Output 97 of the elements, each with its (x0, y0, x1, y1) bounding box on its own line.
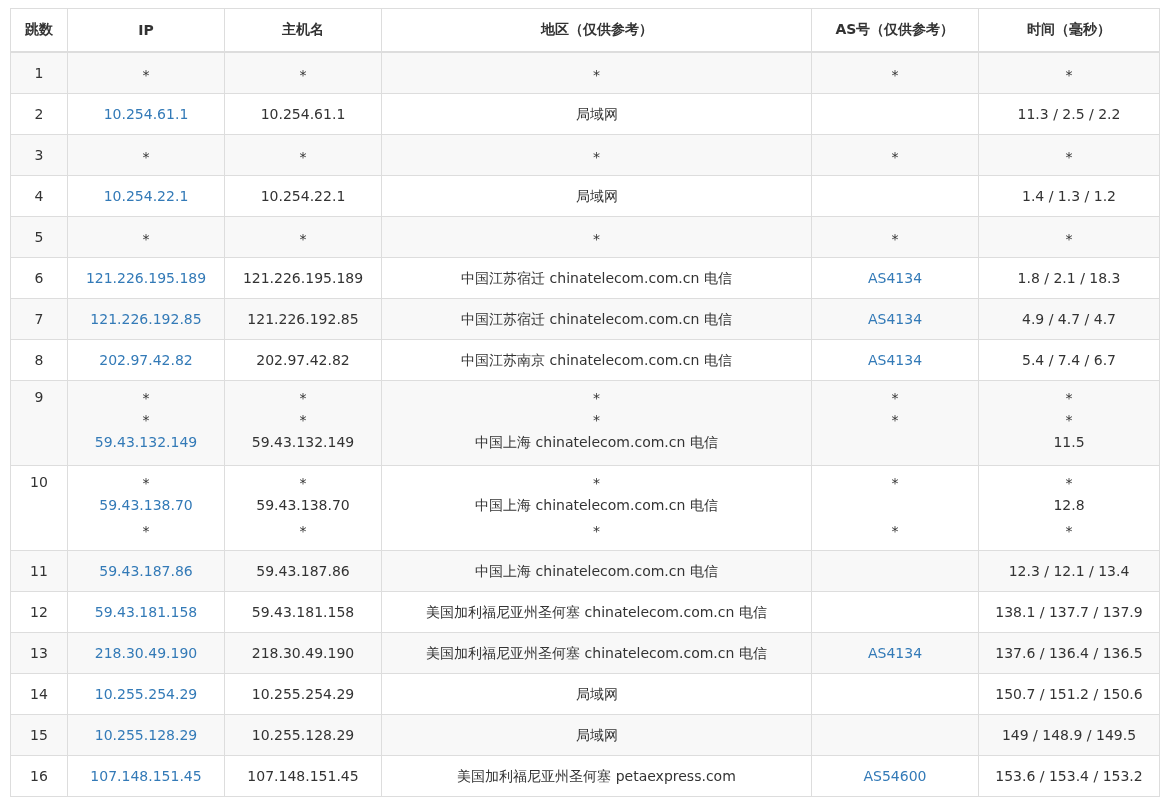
time-text: 12.3 / 12.1 / 13.4 (1008, 563, 1130, 579)
time-text: 1.4 / 1.3 / 1.2 (1022, 188, 1116, 204)
asterisk-text: * (1065, 390, 1073, 406)
hop-number: 5 (34, 229, 44, 245)
region-text: 中国上海 chinatelecom.com.cn 电信 (475, 497, 718, 513)
asterisk-text: * (142, 412, 150, 428)
region-text: 中国上海 chinatelecom.com.cn 电信 (475, 563, 718, 579)
region-text: 美国加利福尼亚州圣何塞 chinatelecom.com.cn 电信 (426, 604, 767, 620)
hop-number: 1 (34, 65, 44, 81)
asterisk-text: * (299, 231, 307, 247)
asterisk-text: * (1065, 475, 1073, 491)
region-text: 中国江苏南京 chinatelecom.com.cn 电信 (461, 352, 732, 368)
region-text: 局域网 (575, 686, 618, 702)
region-text: 局域网 (575, 727, 618, 743)
asterisk-text: * (1065, 231, 1073, 247)
asterisk-text: * (891, 67, 899, 83)
hostname-text: 10.254.61.1 (260, 106, 346, 122)
asterisk-text: * (299, 412, 307, 428)
asterisk-text: * (299, 390, 307, 406)
hop-number: 16 (30, 768, 48, 784)
asterisk-text: * (593, 149, 600, 165)
as-link[interactable]: AS4134 (867, 352, 923, 368)
asterisk-text: * (142, 390, 150, 406)
hostname-text: 10.254.22.1 (260, 188, 346, 204)
time-text: 4.9 / 4.7 / 4.7 (1022, 311, 1116, 327)
ip-link[interactable]: 59.43.138.70 (99, 497, 193, 513)
hostname-text: 10.255.254.29 (251, 686, 355, 702)
time-text: 11.3 / 2.5 / 2.2 (1017, 106, 1121, 122)
asterisk-text: * (142, 149, 150, 165)
hop-number: 11 (30, 563, 48, 579)
asterisk-text: * (1065, 412, 1073, 428)
time-text: 149 / 148.9 / 149.5 (1001, 727, 1137, 743)
hop-number: 12 (30, 604, 48, 620)
asterisk-text: * (891, 412, 899, 428)
hop-number: 7 (34, 311, 44, 327)
hop-number: 8 (34, 352, 44, 368)
hop-number: 15 (30, 727, 48, 743)
time-text: 5.4 / 7.4 / 6.7 (1022, 352, 1116, 368)
asterisk-text: * (891, 390, 899, 406)
asterisk-text: * (299, 475, 307, 491)
asterisk-text: * (299, 149, 307, 165)
hostname-text: 202.97.42.82 (256, 352, 350, 368)
hop-number: 13 (30, 645, 48, 661)
asterisk-text: * (142, 67, 150, 83)
as-link[interactable]: AS4134 (867, 270, 923, 286)
time-text: 138.1 / 137.7 / 137.9 (995, 604, 1143, 620)
asterisk-text: * (593, 67, 600, 83)
asterisk-text: * (593, 412, 600, 428)
hostname-text: 59.43.181.158 (251, 604, 355, 620)
region-text: 美国加利福尼亚州圣何塞 chinatelecom.com.cn 电信 (426, 645, 767, 661)
region-text: 局域网 (575, 106, 618, 122)
hostname-text: 121.226.195.189 (242, 270, 364, 286)
asterisk-text: * (593, 475, 600, 491)
hop-number: 3 (34, 147, 44, 163)
asterisk-text: * (891, 523, 899, 539)
hostname-text: 59.43.138.70 (256, 497, 350, 513)
ip-link[interactable]: 59.43.132.149 (94, 434, 198, 450)
as-link[interactable]: AS4134 (867, 645, 923, 661)
asterisk-text: * (142, 475, 150, 491)
asterisk-text: * (891, 149, 899, 165)
as-link[interactable]: AS4134 (867, 311, 923, 327)
hop-number: 6 (34, 270, 44, 286)
hostname-text: 218.30.49.190 (251, 645, 355, 661)
hostname-text: 121.226.192.85 (247, 311, 359, 327)
hop-number: 9 (34, 389, 44, 405)
asterisk-text: * (299, 523, 307, 539)
time-text: 150.7 / 151.2 / 150.6 (995, 686, 1143, 702)
hostname-text: 10.255.128.29 (251, 727, 355, 743)
region-text: 美国加利福尼亚州圣何塞 petaexpress.com (457, 768, 736, 784)
asterisk-text: * (1065, 67, 1073, 83)
asterisk-text: * (299, 67, 307, 83)
asterisk-text: * (1065, 523, 1073, 539)
time-text: 153.6 / 153.4 / 153.2 (995, 768, 1143, 784)
hostname-text: 107.148.151.45 (247, 768, 359, 784)
time-text: 12.8 (1053, 497, 1085, 513)
asterisk-text: * (891, 231, 899, 247)
asterisk-text: * (142, 523, 150, 539)
asterisk-text: * (593, 231, 600, 247)
asterisk-text: * (1065, 149, 1073, 165)
region-text: 局域网 (575, 188, 618, 204)
as-link[interactable]: AS54600 (863, 768, 927, 784)
region-text: 中国上海 chinatelecom.com.cn 电信 (475, 434, 718, 450)
region-text: 中国江苏宿迁 chinatelecom.com.cn 电信 (461, 311, 732, 327)
time-text: 137.6 / 136.4 / 136.5 (995, 645, 1143, 661)
hop-number: 4 (34, 188, 44, 204)
asterisk-text: * (593, 390, 600, 406)
region-text: 中国江苏宿迁 chinatelecom.com.cn 电信 (461, 270, 732, 286)
hostname-text: 59.43.132.149 (251, 434, 355, 450)
hostname-text: 59.43.187.86 (256, 563, 350, 579)
asterisk-text: * (593, 523, 600, 539)
asterisk-text: * (891, 475, 899, 491)
time-text: 1.8 / 2.1 / 18.3 (1017, 270, 1121, 286)
asterisk-text: * (142, 231, 150, 247)
hop-number: 14 (30, 686, 48, 702)
hop-number: 2 (34, 106, 44, 122)
time-text: 11.5 (1053, 434, 1085, 450)
hop-number: 10 (30, 474, 48, 490)
